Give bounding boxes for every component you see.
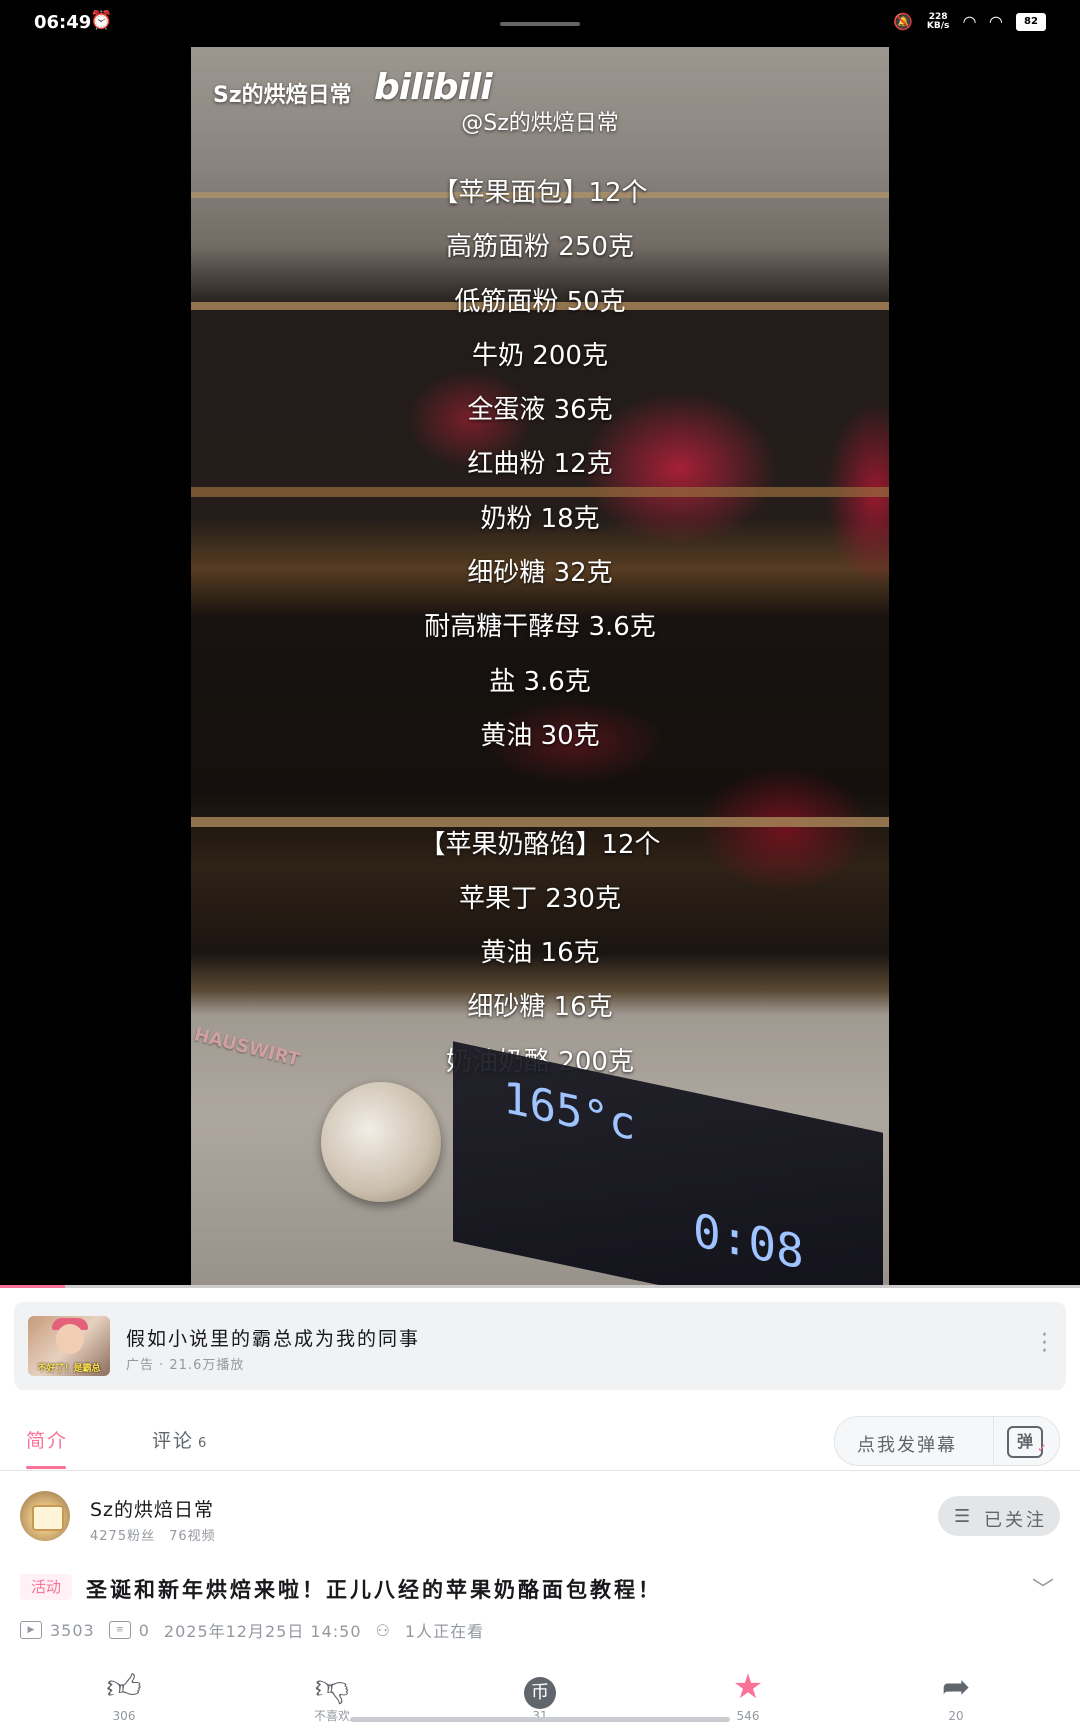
danmaku-count: 0 bbox=[138, 1620, 150, 1640]
recipe-line: 牛奶 200克 bbox=[472, 340, 608, 371]
status-bar: 06:49 ⏰ 🔕 228 KB/s ◠ ◠ 82 bbox=[0, 0, 1080, 46]
recipe-line: 苹果丁 230克 bbox=[459, 883, 621, 914]
menu-icon: ☰ bbox=[954, 1506, 971, 1527]
ad-title[interactable]: 假如小说里的霸总成为我的同事 bbox=[126, 1324, 420, 1351]
uploader-watermark: @Sz的烘焙日常 bbox=[461, 111, 619, 136]
coin-icon-wrap: 币 bbox=[500, 1665, 580, 1709]
viewers-icon: ⚇ bbox=[375, 1620, 391, 1640]
recipe-line: 盐 3.6克 bbox=[489, 666, 591, 697]
danmaku-icon-glyph: 弹 bbox=[1016, 1432, 1033, 1451]
chevron-down-icon[interactable]: ﹀ bbox=[1032, 1572, 1054, 1604]
uploader-videos: 76视频 bbox=[169, 1529, 216, 1544]
mute-icon: 🔕 bbox=[892, 12, 913, 31]
video-title: 圣诞和新年烘焙来啦！正儿八经的苹果奶酪面包教程！ bbox=[86, 1578, 662, 1602]
follow-label: 已关注 bbox=[984, 1510, 1047, 1531]
play-count: 3503 bbox=[50, 1620, 95, 1640]
recipe-line: 低筋面粉 50克 bbox=[454, 286, 626, 317]
star-icon: ★ bbox=[732, 1667, 764, 1707]
uploader-fans: 4275粉丝 bbox=[90, 1529, 156, 1544]
recipe-line: 红曲粉 12克 bbox=[467, 449, 613, 480]
ad-card[interactable]: 不好了！是霸总 假如小说里的霸总成为我的同事 广告 · 21.6万播放 · · · bbox=[14, 1302, 1066, 1390]
video-frame[interactable]: Sz的烘焙日常 bilibili @Sz的烘焙日常 【苹果面包】12个 高筋面粉 … bbox=[191, 47, 889, 1288]
share-count: 20 bbox=[948, 1709, 964, 1723]
avatar[interactable] bbox=[20, 1491, 70, 1541]
video-meta: ▶ 3503 ≡ 0 2025年12月25日 14:50 ⚇ 1人正在看 bbox=[20, 1618, 498, 1642]
ad-thumb-caption: 不好了！是霸总 bbox=[37, 1364, 101, 1374]
danmaku-count-icon: ≡ bbox=[108, 1621, 131, 1639]
recipe-overlay: 【苹果面包】12个 高筋面粉 250克 低筋面粉 50克 牛奶 200克 全蛋液 36克… bbox=[191, 166, 889, 1089]
oven-timer: 0:08 bbox=[693, 1202, 804, 1280]
recipe-line: 【苹果奶酪馅】12个 bbox=[419, 829, 661, 860]
hotspot-icon: ◠ bbox=[963, 12, 976, 31]
tab-intro[interactable]: 简介 bbox=[26, 1426, 68, 1453]
follow-button[interactable]: ☰ 已关注 bbox=[938, 1496, 1060, 1536]
recipe-line: 细砂糖 32克 bbox=[467, 558, 613, 589]
uploader-name[interactable]: Sz的烘焙日常 bbox=[90, 1495, 214, 1522]
tab-comments-label: 评论 bbox=[152, 1430, 195, 1452]
status-time: 06:49 bbox=[34, 12, 92, 33]
alarm-icon: ⏰ bbox=[90, 10, 113, 31]
recipe-line: 黄油 30克 bbox=[480, 720, 600, 751]
favorite-button[interactable]: ★ 546 bbox=[708, 1665, 788, 1723]
more-options-icon[interactable]: · · · bbox=[1041, 1325, 1048, 1363]
recipe-line: 黄油 16克 bbox=[480, 938, 600, 969]
dislike-button[interactable]: 👎︎ 不喜欢 bbox=[292, 1665, 372, 1723]
bilibili-logo: bilibili bbox=[374, 67, 493, 108]
uploader-stats: 4275粉丝 76视频 bbox=[90, 1525, 230, 1544]
share-icon: ➦ bbox=[941, 1667, 971, 1707]
recipe-line: 高筋面粉 250克 bbox=[446, 232, 634, 263]
check-icon: ✓ bbox=[1036, 1441, 1047, 1455]
tab-comments[interactable]: 评论 6 bbox=[152, 1426, 208, 1453]
video-progress-fill bbox=[0, 1285, 65, 1288]
coin-button[interactable]: 币 31 bbox=[500, 1665, 580, 1723]
video-player[interactable]: 06:49 ⏰ 🔕 228 KB/s ◠ ◠ 82 Sz的烘焙日常 bilibi… bbox=[0, 0, 1080, 1288]
drag-handle[interactable] bbox=[500, 22, 580, 26]
recipe-line: 【苹果面包】12个 bbox=[432, 178, 648, 208]
tab-active-indicator bbox=[26, 1466, 66, 1469]
detail-tabs: 简介 评论 6 点我发弹幕 弹 ✓ bbox=[0, 1404, 1080, 1471]
avatar-toast bbox=[32, 1505, 64, 1531]
ad-thumbnail[interactable]: 不好了！是霸总 bbox=[28, 1316, 110, 1376]
wifi-icon: ◠ bbox=[989, 12, 1002, 31]
thumb-up-icon: 👍︎ bbox=[106, 1667, 142, 1707]
activity-badge[interactable]: 活动 bbox=[20, 1574, 72, 1600]
battery-indicator: 82 bbox=[1016, 12, 1046, 31]
recipe-line: 耐高糖干酵母 3.6克 bbox=[424, 612, 656, 643]
net-speed: 228 KB/s bbox=[926, 11, 950, 31]
recipe-line: 细砂糖 16克 bbox=[467, 992, 613, 1023]
oven-knob bbox=[321, 1082, 441, 1202]
share-button[interactable]: ➦ 20 bbox=[916, 1665, 996, 1723]
play-count-icon: ▶ bbox=[20, 1621, 42, 1639]
coin-icon: 币 bbox=[524, 1677, 556, 1709]
home-indicator[interactable] bbox=[350, 1717, 730, 1722]
recipe-line: 奶粉 18克 bbox=[480, 503, 600, 534]
like-count: 306 bbox=[112, 1709, 136, 1723]
watching-now: 1人正在看 bbox=[404, 1622, 485, 1641]
danmaku-divider bbox=[993, 1417, 994, 1465]
like-button[interactable]: 👍︎ 306 bbox=[84, 1665, 164, 1723]
thumb-down-icon: 👎︎ bbox=[314, 1667, 350, 1707]
danmaku-toggle-icon[interactable]: 弹 ✓ bbox=[1007, 1426, 1047, 1458]
danmaku-input[interactable]: 点我发弹幕 弹 ✓ bbox=[834, 1416, 1060, 1466]
ad-thumb-face bbox=[56, 1324, 84, 1354]
recipe-line: 全蛋液 36克 bbox=[467, 395, 613, 426]
oven-temperature: 165°c bbox=[503, 1071, 636, 1152]
status-icons: 🔕 228 KB/s ◠ ◠ 82 bbox=[893, 12, 1046, 31]
video-progress-bar[interactable] bbox=[0, 1285, 1080, 1288]
publish-date: 2025年12月25日 14:50 bbox=[163, 1622, 362, 1641]
recipe-line bbox=[191, 763, 889, 817]
tab-comments-count: 6 bbox=[198, 1436, 209, 1451]
ad-meta: 广告 · 21.6万播放 bbox=[126, 1358, 245, 1373]
danmaku-placeholder[interactable]: 点我发弹幕 bbox=[857, 1431, 957, 1457]
